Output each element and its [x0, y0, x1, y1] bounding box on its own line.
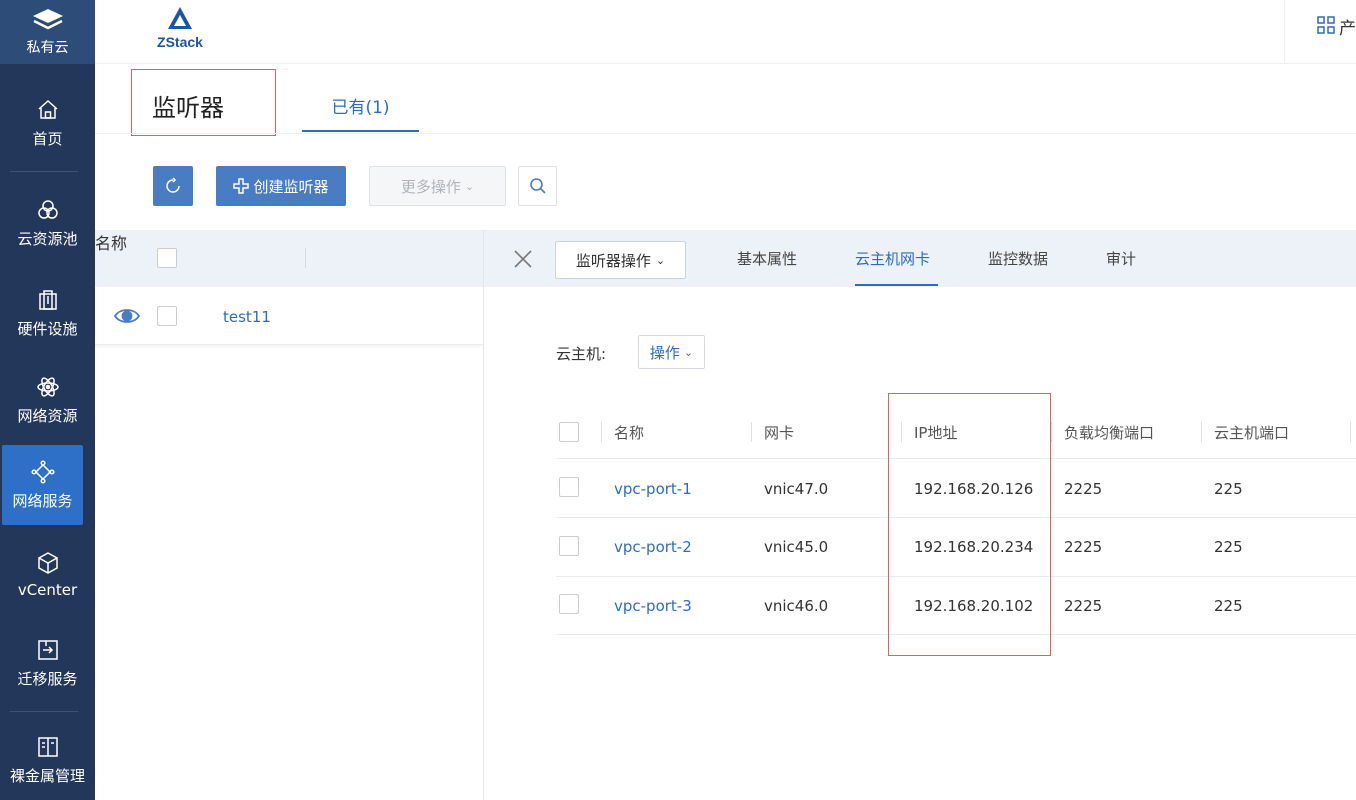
sidebar-item-network-service[interactable]: 网络服务 — [2, 445, 83, 525]
column-header-name: 名称 — [95, 234, 128, 253]
create-listener-button[interactable]: 创建监听器 — [216, 166, 346, 206]
sidebar-item-label: vCenter — [17, 581, 78, 599]
listener-actions-label: 监听器操作 — [575, 251, 651, 270]
network-resource-icon — [36, 376, 59, 397]
sidebar-item-resource-pool[interactable]: 云资源池 — [0, 188, 95, 258]
sidebar-item-bare-metal[interactable]: 裸金属管理 — [0, 725, 95, 795]
highlight-box-ip-column — [888, 393, 1051, 656]
migrate-icon — [37, 639, 58, 660]
sidebar-item-label: 硬件设施 — [17, 319, 78, 338]
row-checkbox[interactable] — [559, 594, 579, 614]
more-actions-button[interactable]: 更多操作 ⌄ — [369, 166, 506, 206]
vm-port-cell: 225 — [1214, 538, 1243, 556]
tabs-divider — [95, 133, 1356, 134]
row-checkbox[interactable] — [559, 477, 579, 497]
home-icon — [38, 99, 57, 119]
network-service-icon — [30, 459, 55, 484]
column-header-lb-port: 负载均衡端口 — [1064, 424, 1155, 442]
refresh-button[interactable] — [153, 166, 193, 206]
nic-cell: vnic47.0 — [764, 480, 829, 498]
top-bar: ZStack 产 — [95, 0, 1356, 64]
sidebar-item-migrate[interactable]: 迁移服务 — [0, 628, 95, 698]
sidebar-item-label: 网络服务 — [12, 491, 73, 510]
column-divider — [1201, 422, 1202, 442]
highlight-box-title — [131, 69, 276, 136]
list-item[interactable] — [95, 287, 483, 345]
tab-basic-properties[interactable]: 基本属性 — [737, 248, 797, 269]
vm-port-cell: 225 — [1214, 480, 1243, 498]
tab-vm-nics[interactable]: 云主机网卡 — [855, 248, 930, 269]
sidebar-item-vcenter[interactable]: vCenter — [0, 540, 95, 610]
search-button[interactable] — [518, 166, 557, 206]
row-checkbox[interactable] — [157, 306, 177, 326]
chevron-down-icon: ⌄ — [683, 345, 694, 359]
logo-text: ZStack — [157, 34, 203, 50]
vm-port-cell: 225 — [1214, 597, 1243, 615]
refresh-icon — [166, 177, 180, 193]
list-header — [95, 230, 483, 287]
layers-icon — [32, 9, 63, 30]
close-icon[interactable] — [512, 248, 534, 270]
nic-name-link[interactable]: vpc-port-1 — [614, 480, 692, 498]
vm-actions-label: 操作 — [649, 343, 680, 362]
tab-monitoring[interactable]: 监控数据 — [988, 248, 1048, 269]
lb-port-cell: 2225 — [1064, 597, 1103, 615]
chevron-down-icon: ⌄ — [655, 253, 666, 267]
column-divider — [305, 248, 306, 268]
sidebar-item-home[interactable]: 首页 — [0, 88, 95, 158]
product-label: 私有云 — [26, 40, 69, 56]
tab-audit[interactable]: 审计 — [1106, 248, 1136, 269]
resource-pool-icon — [37, 199, 58, 219]
active-tab-indicator — [855, 284, 938, 286]
zstack-logo[interactable]: ZStack — [150, 6, 210, 56]
column-header-vm-port: 云主机端口 — [1214, 424, 1290, 442]
vm-actions-dropdown[interactable]: 操作 ⌄ — [638, 335, 705, 369]
plus-icon — [233, 178, 250, 194]
hardware-icon — [38, 289, 57, 310]
header-divider — [1284, 0, 1285, 64]
column-header-name: 名称 — [614, 424, 645, 442]
nav-divider — [10, 171, 78, 172]
row-checkbox[interactable] — [559, 536, 579, 556]
product-switch[interactable]: 私有云 — [0, 0, 95, 64]
column-divider — [1051, 422, 1052, 442]
more-actions-label: 更多操作 — [400, 177, 461, 196]
sidebar-item-label: 网络资源 — [17, 406, 78, 425]
nic-cell: vnic45.0 — [764, 538, 829, 556]
column-divider — [601, 422, 602, 442]
bare-metal-icon — [37, 736, 58, 757]
header-menu-text[interactable]: 产 — [1339, 14, 1356, 39]
sidebar-item-hardware[interactable]: 硬件设施 — [0, 278, 95, 348]
nic-cell: vnic46.0 — [764, 597, 829, 615]
chevron-down-icon: ⌄ — [464, 179, 475, 193]
logo-icon — [168, 7, 192, 29]
nic-name-link[interactable]: vpc-port-2 — [614, 538, 692, 556]
listener-name-link[interactable]: test11 — [223, 308, 271, 326]
nic-name-link[interactable]: vpc-port-3 — [614, 597, 692, 615]
sidebar-item-label: 裸金属管理 — [9, 766, 85, 785]
panel-divider — [483, 230, 484, 800]
sidebar-nav: 私有云 首页 云资源池 硬件设施 网络资源 网络服务 vCenter 迁移服务 … — [0, 0, 95, 800]
lb-port-cell: 2225 — [1064, 480, 1103, 498]
apps-grid-icon[interactable] — [1317, 16, 1335, 34]
select-all-checkbox[interactable] — [157, 248, 177, 268]
listener-actions-dropdown[interactable]: 监听器操作 ⌄ — [555, 241, 686, 279]
search-icon — [529, 178, 546, 194]
lb-port-cell: 2225 — [1064, 538, 1103, 556]
sidebar-item-label: 迁移服务 — [17, 669, 78, 688]
column-divider — [751, 422, 752, 442]
cube-icon — [37, 552, 58, 574]
column-header-nic: 网卡 — [764, 424, 795, 442]
select-all-checkbox[interactable] — [559, 422, 579, 442]
sidebar-item-network-resource[interactable]: 网络资源 — [0, 365, 95, 435]
eye-icon[interactable] — [114, 305, 140, 327]
tab-existing[interactable]: 已有(1) — [302, 90, 419, 132]
sidebar-item-label: 云资源池 — [17, 229, 78, 248]
column-divider — [1350, 422, 1351, 442]
sidebar-item-label: 首页 — [32, 129, 63, 148]
nav-divider — [10, 711, 78, 712]
create-listener-label: 创建监听器 — [253, 177, 329, 196]
vm-section-label: 云主机: — [556, 345, 607, 363]
